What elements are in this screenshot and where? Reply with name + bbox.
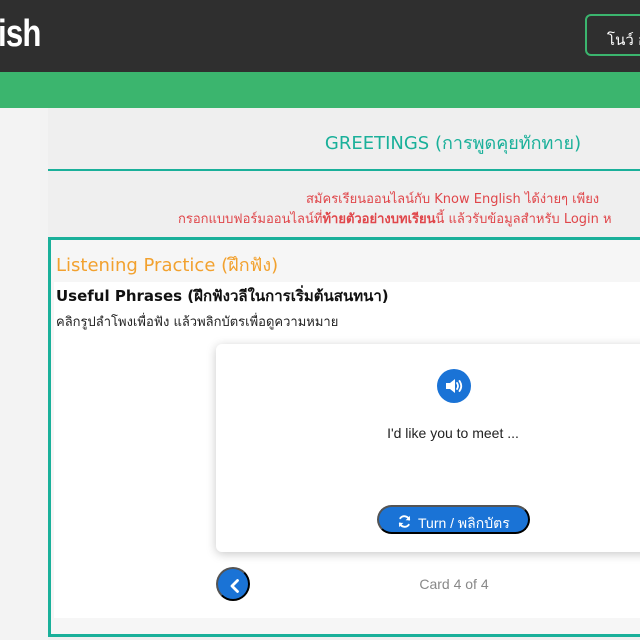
signup-notice-line1: สมัครเรียนออนไลน์กับ Know English ได้ง่า… [306,192,600,207]
title-divider [48,169,640,171]
signup-notice: สมัครเรียนออนไลน์กับ Know English ได้ง่า… [160,190,640,230]
volume-icon [446,379,463,393]
top-navbar: ish โนว์ อั [0,0,640,72]
site-logo[interactable]: ish [0,13,41,56]
previous-card-button[interactable] [216,567,250,601]
signup-notice-emphasis: ท้ายตัวอย่างบทเรียน [322,212,436,227]
flashcard-phrase: I'd like you to meet ... [387,425,519,441]
useful-phrases-heading: Useful Phrases (ฝึกฟังวลีในการเริ่มต้นสน… [56,287,389,305]
practice-instruction: คลิกรูปลำโพงเพื่อฟัง แล้วพลิกบัตรเพื่อดู… [56,315,339,330]
card-counter: Card 4 of 4 [419,576,489,592]
green-menu-bar [0,72,640,108]
practice-title: Listening Practice (ฝึกฟัง) [56,255,279,276]
turn-card-button[interactable]: Turn / พลิกบัตร [377,505,530,534]
chevron-left-icon [230,579,239,593]
signup-notice-line2: กรอกแบบฟอร์มออนไลน์ที่ท้ายตัวอย่างบทเรีย… [160,210,640,230]
user-account-button[interactable]: โนว์ อั [585,14,640,56]
signup-notice-text: กรอกแบบฟอร์มออนไลน์ที่ [178,212,323,227]
speaker-button[interactable] [437,369,471,403]
refresh-icon [398,515,411,528]
turn-card-label: Turn / พลิกบัตร [418,515,510,531]
signup-notice-text-end: นี้ แล้วรับข้อมูลสำหรับ Login ห [435,212,612,227]
lesson-title: GREETINGS (การพูดคุยทักทาย) [324,133,582,154]
